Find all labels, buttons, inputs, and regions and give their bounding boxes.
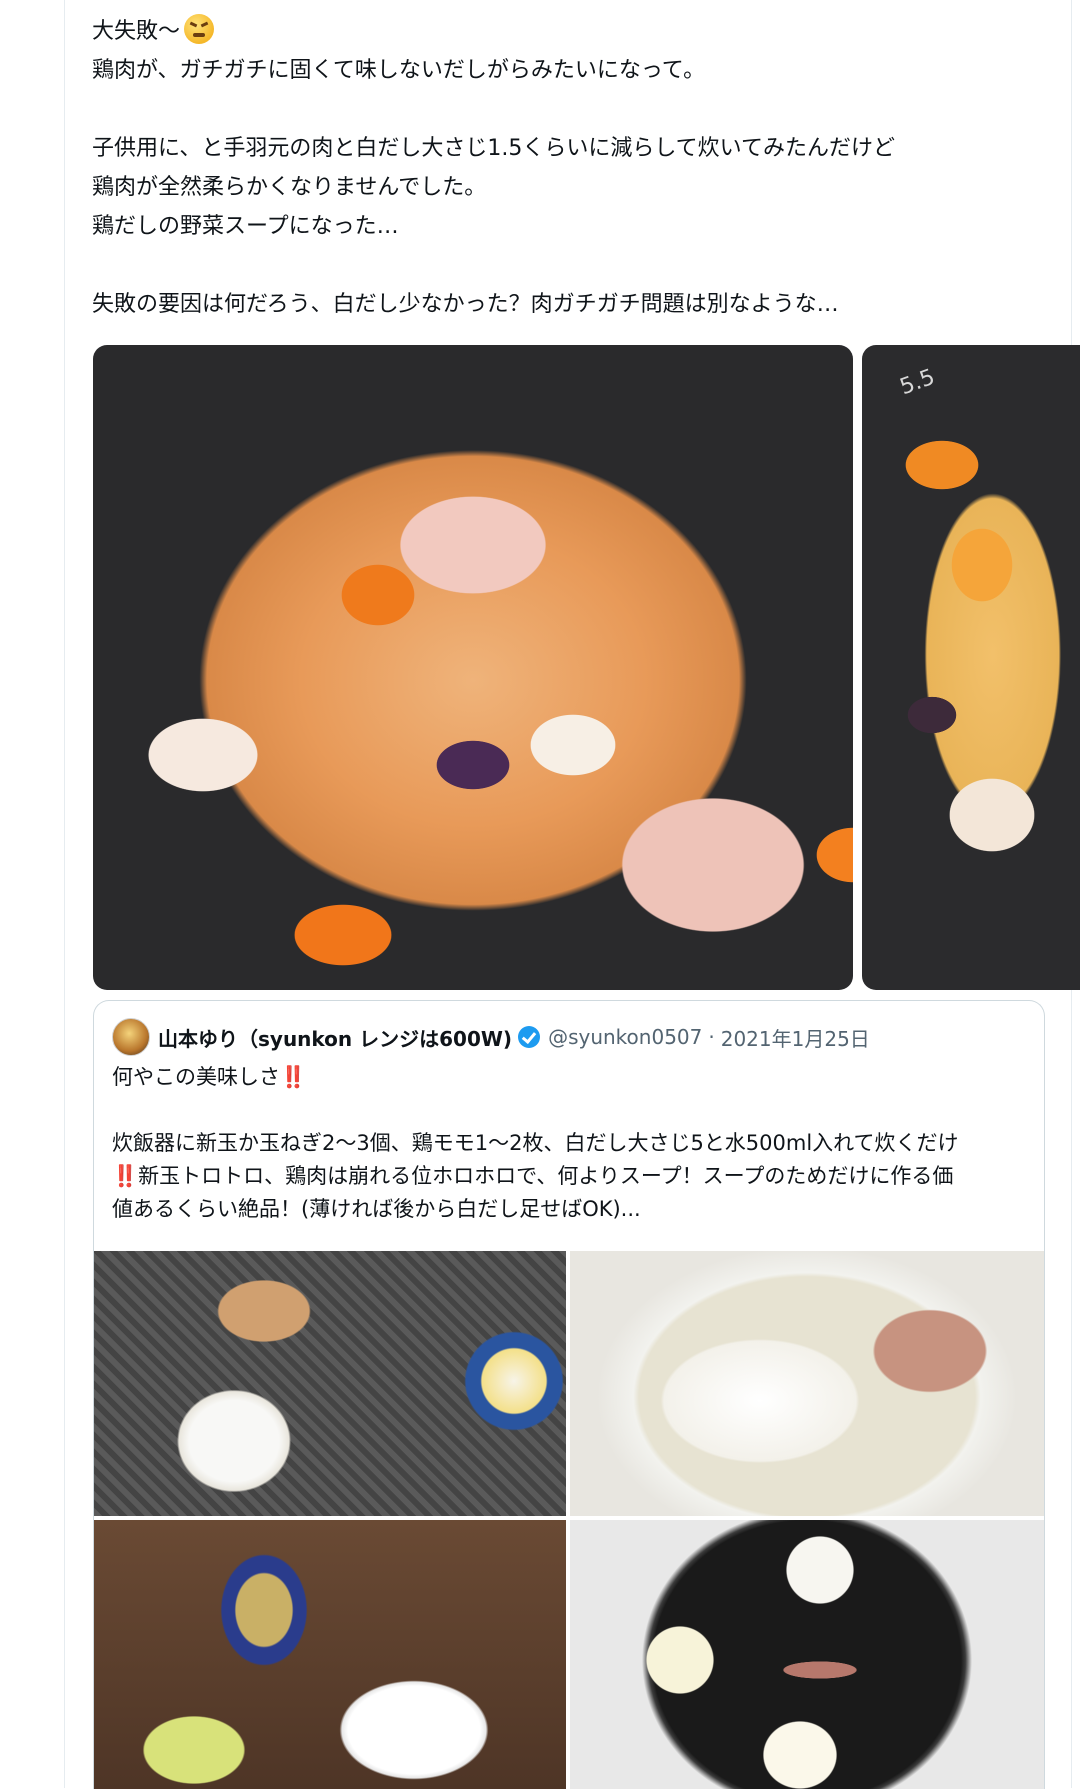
- tweet-line-3: 子供用に、と手羽元の肉と白だし大さじ1.5くらいに減らして炊いてみたんだけど: [92, 136, 896, 161]
- quote-line-4: 値あるくらい絶品！(薄ければ後から白だし足せばOK)...: [112, 1197, 641, 1221]
- quoted-photo-2[interactable]: [570, 1251, 1044, 1516]
- quoted-photo-3[interactable]: [94, 1520, 566, 1789]
- double-exclamation-icon: ‼️: [280, 1065, 307, 1089]
- tweet-line-5: 鶏だしの野菜スープになった…: [92, 214, 399, 239]
- quoted-author-handle[interactable]: @syunkon0507: [548, 1025, 702, 1049]
- quoted-photo-1[interactable]: [94, 1251, 566, 1516]
- tweet-photo-1[interactable]: [93, 345, 853, 990]
- quoted-tweet-date[interactable]: 2021年1月25日: [721, 1023, 870, 1052]
- tweet-photo-2[interactable]: [862, 345, 1080, 990]
- quoted-tweet[interactable]: 山本ゆり（syunkon レンジは600W) @syunkon0507 · 20…: [93, 1000, 1045, 1789]
- separator-dot: ·: [708, 1025, 715, 1049]
- tweet-line-2: 鶏肉が、ガチガチに固くて味しないだしがらみたいになって。: [92, 58, 706, 83]
- verified-badge-icon: [518, 1026, 541, 1048]
- quoted-tweet-header: 山本ゆり（syunkon レンジは600W) @syunkon0507 · 20…: [112, 1018, 870, 1056]
- quote-line-3: ‼️新玉トロトロ、鶏肉は崩れる位ホロホロで、何よりスープ！スープのためだけに作る…: [112, 1164, 954, 1188]
- tweet-line-1: 大失敗〜: [92, 12, 1052, 51]
- quoted-tweet-text: 何やこの美味しさ‼️ 炊飯器に新玉か玉ねぎ2〜3個、鶏モモ1〜2枚、白だし大さじ…: [112, 1061, 1032, 1226]
- quote-line-1: 何やこの美味しさ‼️: [112, 1065, 307, 1089]
- double-exclamation-icon: ‼️: [112, 1164, 139, 1188]
- avatar[interactable]: [112, 1018, 150, 1056]
- quoted-author-name[interactable]: 山本ゆり（syunkon レンジは600W): [158, 1023, 512, 1052]
- tweet-text: 大失敗〜 鶏肉が、ガチガチに固くて味しないだしがらみたいになって。 子供用に、と…: [92, 12, 1052, 324]
- quoted-photo-4[interactable]: [570, 1520, 1044, 1789]
- timeline-left-border: [64, 0, 65, 1788]
- quote-line-2: 炊飯器に新玉か玉ねぎ2〜3個、鶏モモ1〜2枚、白だし大さじ5と水500ml入れて…: [112, 1131, 959, 1155]
- tweet-line-4: 鶏肉が全然柔らかくなりませんでした。: [92, 175, 487, 200]
- persevering-face-icon: [184, 14, 215, 44]
- tweet-line-6: 失敗の要因は何だろう、白だし少なかった？肉ガチガチ問題は別なような…: [92, 292, 839, 317]
